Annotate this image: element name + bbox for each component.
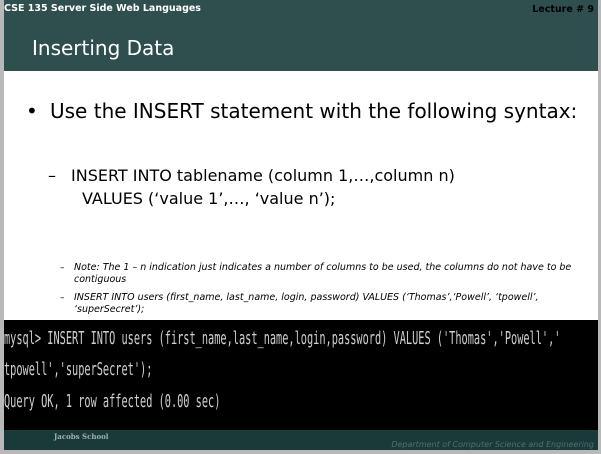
- note-2-text: INSERT INTO users (first_name, last_name…: [74, 292, 539, 315]
- slide: CSE 135 Server Side Web Languages Lectur…: [4, 0, 598, 450]
- department-label: Department of Computer Science and Engin…: [391, 440, 594, 449]
- syntax-line-1: INSERT INTO tablename (column 1,…,column…: [71, 166, 455, 185]
- course-label: CSE 135 Server Side Web Languages: [4, 3, 201, 14]
- bullet-dot-icon: •: [26, 99, 38, 123]
- terminal-screenshot: mysql> INSERT INTO users (first_name,las…: [4, 320, 598, 430]
- terminal-line-3: Query OK, 1 row affected (0.00 sec): [4, 392, 221, 413]
- note-1-text: Note: The 1 – n indication just indicate…: [74, 262, 572, 285]
- terminal-line-1: mysql> INSERT INTO users (first_name,las…: [4, 329, 561, 350]
- slide-title: Inserting Data: [32, 36, 175, 60]
- note-1: – Note: The 1 – n indication just indica…: [60, 262, 580, 286]
- syntax-line-2: VALUES (‘value 1’,…, ‘value n’);: [82, 189, 336, 208]
- note-2: – INSERT INTO users (first_name, last_na…: [60, 292, 580, 316]
- main-bullet: • Use the INSERT statement with the foll…: [26, 98, 586, 125]
- lecture-number: Lecture # 9: [532, 4, 594, 15]
- dash-icon: –: [48, 166, 56, 185]
- school-logo-text: Jacobs School: [54, 432, 109, 441]
- dash-icon: –: [60, 263, 65, 273]
- main-bullet-text: Use the INSERT statement with the follow…: [50, 99, 578, 123]
- syntax-bullet: – INSERT INTO tablename (column 1,…,colu…: [48, 164, 588, 210]
- dash-icon: –: [60, 293, 65, 303]
- terminal-line-2: tpowell','superSecret');: [4, 360, 153, 381]
